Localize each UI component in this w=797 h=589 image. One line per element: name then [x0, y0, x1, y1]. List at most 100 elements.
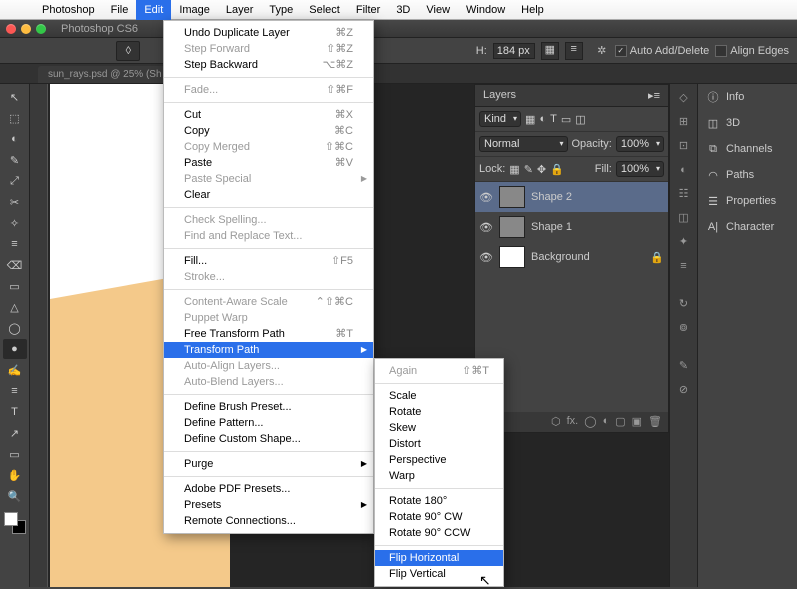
tool-button[interactable]: ✍	[3, 360, 27, 380]
mini-panel-icon[interactable]: ◫	[674, 208, 694, 228]
tool-button[interactable]: ◯	[3, 318, 27, 338]
submenu-item[interactable]: Skew	[375, 420, 503, 436]
panel-tab[interactable]: ◫3D	[698, 110, 797, 136]
submenu-item[interactable]: Rotate 90° CCW	[375, 525, 503, 541]
lock-pixels-icon[interactable]: ✎	[524, 163, 533, 176]
tool-preset-icon[interactable]: ◊	[116, 41, 140, 61]
tool-button[interactable]: ✎	[3, 150, 27, 170]
close-window-button[interactable]	[6, 24, 16, 34]
zoom-window-button[interactable]	[36, 24, 46, 34]
menu-photoshop[interactable]: Photoshop	[34, 0, 103, 20]
submenu-item[interactable]: Rotate 180°	[375, 493, 503, 509]
menu-item[interactable]: Presets	[164, 497, 373, 513]
menu-item[interactable]: Define Brush Preset...	[164, 399, 373, 415]
minimize-window-button[interactable]	[21, 24, 31, 34]
menu-help[interactable]: Help	[513, 0, 552, 20]
tool-button[interactable]: ≡	[3, 381, 27, 401]
visibility-icon[interactable]: 👁	[479, 251, 493, 264]
menu-item[interactable]: Purge	[164, 456, 373, 472]
submenu-item[interactable]: Flip Horizontal	[375, 550, 503, 566]
group-icon[interactable]: ▢	[615, 415, 625, 429]
menu-item[interactable]: Remote Connections...	[164, 513, 373, 529]
lock-transparent-icon[interactable]: ▦	[509, 163, 519, 176]
submenu-item[interactable]: Flip Vertical	[375, 566, 503, 582]
panel-tab[interactable]: ⧉Channels	[698, 136, 797, 162]
menu-item[interactable]: Undo Duplicate Layer⌘Z	[164, 25, 373, 41]
align-edges-checkbox[interactable]: Align Edges	[715, 45, 789, 57]
document-tab[interactable]: sun_rays.psd @ 25% (Sh	[38, 66, 172, 83]
arrange-icon[interactable]: ≡	[565, 42, 583, 60]
filter-adjust-icon[interactable]: ◐	[539, 113, 546, 125]
adjustment-layer-icon[interactable]: ◐	[603, 415, 610, 429]
tool-button[interactable]: 🔍	[3, 486, 27, 506]
lock-position-icon[interactable]: ✥	[537, 163, 546, 176]
filter-type-icon[interactable]: T	[550, 113, 557, 125]
tool-button[interactable]: ✂	[3, 192, 27, 212]
fill-opacity-input[interactable]: 100%	[616, 161, 664, 177]
menu-image[interactable]: Image	[171, 0, 218, 20]
auto-add-delete-checkbox[interactable]: Auto Add/Delete	[615, 45, 710, 57]
menu-item[interactable]: Free Transform Path⌘T	[164, 326, 373, 342]
panel-menu-icon[interactable]: ▸≡	[648, 89, 660, 102]
blend-mode-select[interactable]: Normal	[479, 136, 568, 152]
menu-layer[interactable]: Layer	[218, 0, 262, 20]
tool-button[interactable]: ⤢	[3, 171, 27, 191]
layer-thumbnail[interactable]	[499, 186, 525, 208]
visibility-icon[interactable]: 👁	[479, 221, 493, 234]
menu-item[interactable]: Define Custom Shape...	[164, 431, 373, 447]
layer-row[interactable]: 👁Shape 1	[475, 212, 668, 242]
tool-button[interactable]: ✋	[3, 465, 27, 485]
tool-button[interactable]: ▭	[3, 276, 27, 296]
panel-tab[interactable]: A|Character	[698, 214, 797, 240]
filter-smart-icon[interactable]: ◫	[575, 113, 585, 126]
mini-panel-icon[interactable]: ☷	[674, 184, 694, 204]
menu-item[interactable]: Clear	[164, 187, 373, 203]
gear-icon[interactable]: ✲	[595, 44, 609, 58]
link-layers-icon[interactable]: ⬡	[551, 415, 561, 429]
color-swatches[interactable]	[4, 512, 26, 534]
visibility-icon[interactable]: 👁	[479, 191, 493, 204]
mini-panel-icon[interactable]: ◇	[674, 88, 694, 108]
tool-button[interactable]: ◐	[3, 129, 27, 149]
submenu-item[interactable]: Scale	[375, 388, 503, 404]
layer-row[interactable]: 👁Background🔒	[475, 242, 668, 272]
tool-button[interactable]: ⌫	[3, 255, 27, 275]
mini-panel-icon[interactable]: ≡	[674, 256, 694, 276]
layer-mask-icon[interactable]: ◯	[584, 415, 596, 429]
menu-type[interactable]: Type	[261, 0, 301, 20]
menu-filter[interactable]: Filter	[348, 0, 388, 20]
tool-button[interactable]: ▭	[3, 444, 27, 464]
lock-all-icon[interactable]: 🔒	[550, 163, 564, 176]
new-layer-icon[interactable]: ▣	[632, 415, 642, 429]
submenu-item[interactable]: Perspective	[375, 452, 503, 468]
menu-item[interactable]: Step Backward⌥⌘Z	[164, 57, 373, 73]
menu-item[interactable]: Define Pattern...	[164, 415, 373, 431]
tool-button[interactable]: ●	[3, 339, 27, 359]
tool-button[interactable]: T	[3, 402, 27, 422]
menu-item[interactable]: Adobe PDF Presets...	[164, 481, 373, 497]
height-input[interactable]	[493, 43, 535, 59]
menu-item[interactable]: Paste⌘V	[164, 155, 373, 171]
submenu-item[interactable]: Rotate	[375, 404, 503, 420]
tool-button[interactable]: ✧	[3, 213, 27, 233]
layer-filter-select[interactable]: Kind	[479, 111, 521, 127]
menu-edit[interactable]: Edit	[136, 0, 171, 20]
menu-view[interactable]: View	[418, 0, 458, 20]
filter-pixel-icon[interactable]: ▦	[525, 113, 535, 126]
submenu-item[interactable]: Warp	[375, 468, 503, 484]
submenu-item[interactable]: Distort	[375, 436, 503, 452]
filter-shape-icon[interactable]: ▭	[561, 113, 571, 126]
tool-button[interactable]: ≡	[3, 234, 27, 254]
tool-button[interactable]: ⬚	[3, 108, 27, 128]
menu-3d[interactable]: 3D	[388, 0, 418, 20]
panel-tab[interactable]: ☰Properties	[698, 188, 797, 214]
menu-select[interactable]: Select	[301, 0, 348, 20]
delete-layer-icon[interactable]: 🗑	[648, 415, 662, 429]
panel-tab[interactable]: ◠Paths	[698, 162, 797, 188]
menu-item[interactable]: Copy⌘C	[164, 123, 373, 139]
mini-panel-icon[interactable]: ◐	[674, 160, 694, 180]
mini-panel-icon[interactable]: ✎	[674, 356, 694, 376]
panel-tab[interactable]: ⓘInfo	[698, 84, 797, 110]
mini-panel-icon[interactable]: ⊘	[674, 380, 694, 400]
submenu-item[interactable]: Rotate 90° CW	[375, 509, 503, 525]
